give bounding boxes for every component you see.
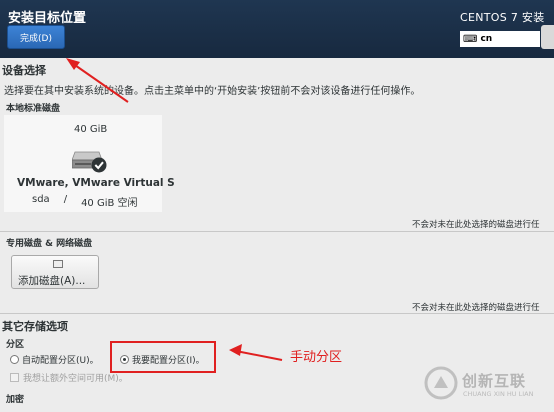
local-disks-label: 本地标准磁盘 bbox=[6, 104, 61, 114]
auto-partition-option[interactable]: 自动配置分区(U)。 bbox=[10, 353, 99, 366]
keyboard-layout-indicator[interactable]: ⌨ cn bbox=[460, 31, 540, 47]
highlight-box bbox=[110, 341, 216, 373]
help-button[interactable] bbox=[541, 25, 554, 49]
disk-free-space: 40 GiB 空闲 bbox=[81, 198, 138, 209]
disk-separator: / bbox=[63, 194, 68, 205]
disk-card-sda[interactable]: 40 GiB VMware, VMware Virtual S sda / 40… bbox=[4, 115, 175, 212]
device-selection-description: 选择要在其中安装系统的设备。点击主菜单中的‘开始安装’按钮前不会对该设备进行任何… bbox=[4, 86, 421, 97]
product-title: CENTOS 7 安装 bbox=[460, 11, 545, 24]
keyboard-layout-label: cn bbox=[480, 34, 493, 44]
divider bbox=[0, 313, 554, 314]
disk-add-icon bbox=[53, 260, 63, 268]
done-button[interactable]: 完成(D) bbox=[7, 25, 65, 49]
watermark-text: 创新互联 bbox=[462, 372, 527, 390]
divider bbox=[0, 231, 554, 232]
arrow-to-manual-option bbox=[229, 344, 283, 361]
annotation-label: 手动分区 bbox=[290, 350, 343, 365]
hard-disk-selected-icon bbox=[72, 151, 107, 173]
encryption-label: 加密 bbox=[6, 395, 25, 405]
page-title: 安装目标位置 bbox=[8, 11, 87, 26]
watermark-logo-icon bbox=[424, 366, 458, 400]
special-disks-label: 专用磁盘 & 网络磁盘 bbox=[6, 239, 93, 249]
add-disk-button[interactable]: 添加磁盘(A)... bbox=[11, 255, 99, 289]
device-selection-title: 设备选择 bbox=[2, 64, 46, 77]
watermark: 创新互联 CHUANG XIN HU LIAN bbox=[416, 362, 554, 412]
disk-device: sda bbox=[32, 194, 50, 205]
disk-size: 40 GiB bbox=[74, 124, 108, 135]
local-disks-note: 不会对未在此处选择的磁盘进行任 bbox=[412, 220, 540, 230]
disk-name: VMware, VMware Virtual S bbox=[17, 177, 175, 189]
header-bar: 安装目标位置 完成(D) CENTOS 7 安装 ⌨ cn bbox=[0, 0, 554, 58]
other-storage-title: 其它存储选项 bbox=[2, 320, 68, 333]
radio-button[interactable] bbox=[10, 355, 19, 364]
special-disks-note: 不会对未在此处选择的磁盘进行任 bbox=[412, 303, 540, 313]
watermark-subtext: CHUANG XIN HU LIAN bbox=[463, 390, 534, 398]
checkbox[interactable] bbox=[10, 373, 19, 382]
add-disk-label: 添加磁盘(A)... bbox=[18, 275, 86, 287]
keyboard-icon: ⌨ bbox=[463, 33, 478, 45]
partitioning-label: 分区 bbox=[6, 340, 25, 350]
disk-info: sda / 40 GiB 空闲 bbox=[4, 194, 162, 209]
auto-partition-label: 自动配置分区(U)。 bbox=[22, 356, 99, 366]
